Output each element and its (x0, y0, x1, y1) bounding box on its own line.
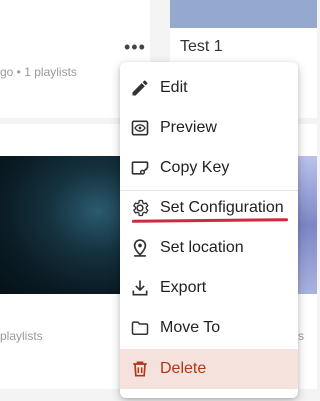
download-icon (130, 278, 150, 298)
menu-item-label: Export (160, 279, 207, 296)
trash-icon (130, 359, 150, 379)
menu-item-label: Set location (160, 239, 244, 256)
menu-item-edit[interactable]: Edit (120, 68, 298, 108)
card-meta: go • 1 playlists (0, 65, 77, 79)
more-horizontal-icon[interactable]: ••• (124, 38, 146, 56)
card-thumbnail (170, 0, 317, 28)
menu-item-set-location[interactable]: Set location (120, 228, 298, 268)
pencil-icon (130, 78, 150, 98)
copy-key-icon (130, 158, 150, 178)
menu-item-label: Preview (160, 119, 217, 136)
card-meta: s (298, 329, 304, 343)
menu-item-label: Delete (160, 360, 207, 377)
menu-item-label: Copy Key (160, 159, 230, 176)
menu-item-label: Edit (160, 79, 188, 96)
menu-item-delete[interactable]: Delete (120, 349, 298, 389)
gear-icon (130, 198, 150, 218)
menu-item-label: Set Configuration (160, 199, 284, 216)
eye-icon (130, 118, 150, 138)
menu-item-move-to[interactable]: Move To (120, 308, 298, 348)
folder-icon (130, 318, 150, 338)
menu-item-export[interactable]: Export (120, 268, 298, 308)
location-pin-icon (130, 238, 150, 258)
card-meta: playlists (0, 329, 43, 343)
menu-item-label: Move To (160, 319, 221, 336)
context-menu: Edit Preview Copy Key Set Configuration … (120, 62, 298, 398)
menu-item-preview[interactable]: Preview (120, 108, 298, 148)
menu-item-copy-key[interactable]: Copy Key (120, 148, 298, 188)
card-title: Test 1 (180, 38, 223, 55)
